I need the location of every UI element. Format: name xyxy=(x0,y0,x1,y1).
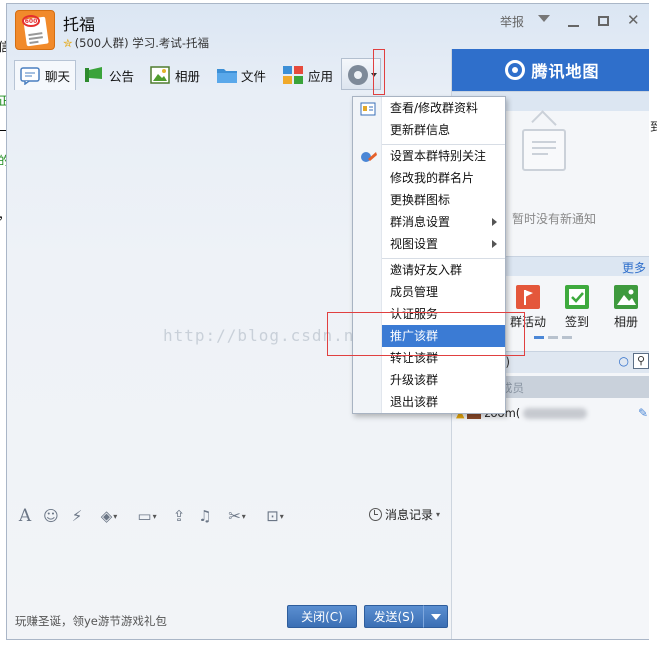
gear-icon xyxy=(348,65,368,85)
flag-icon xyxy=(516,285,540,309)
menu-item-special-follow[interactable]: 设置本群特别关注 xyxy=(382,145,505,167)
qq-group-chat-window: 600 托福 ✮ (500人群) 学习.考试-托福 举报 ✕ 聊天 公告 相册 文… xyxy=(6,3,651,640)
screenshot-scissors-icon[interactable]: ✂ ▾ xyxy=(219,505,255,527)
group-subtitle: ✮ (500人群) 学习.考试-托福 xyxy=(63,35,209,51)
tab-announcement-label: 公告 xyxy=(109,68,135,84)
report-link[interactable]: 举报 xyxy=(500,13,524,30)
send-button[interactable]: 发送(S) xyxy=(364,605,424,628)
tab-album-label: 相册 xyxy=(175,68,201,84)
profile-card-icon xyxy=(360,102,376,116)
app-label: 相册 xyxy=(613,315,638,329)
tab-announcement[interactable]: 公告 xyxy=(84,60,134,90)
tab-chat-label: 聊天 xyxy=(45,69,71,84)
chat-bubble-icon[interactable]: ○ xyxy=(619,354,629,368)
app-checkin[interactable]: 签到 xyxy=(557,285,597,330)
menu-item-label: 视图设置 xyxy=(390,237,439,251)
menu-item-view-settings[interactable]: 视图设置 xyxy=(382,233,505,255)
search-icon[interactable]: ⚲ xyxy=(633,353,649,369)
tab-files-label: 文件 xyxy=(241,68,267,84)
tab-apps[interactable]: 应用 xyxy=(283,60,333,90)
more-tools-icon[interactable]: ⊡ ▾ xyxy=(257,505,293,527)
message-history-button[interactable]: 消息记录 ▾ xyxy=(369,506,440,523)
apps-pager[interactable] xyxy=(534,336,572,339)
image-icon[interactable]: ▭ ▾ xyxy=(129,505,165,527)
more-link[interactable]: 更多 xyxy=(622,259,646,276)
menu-item-change-group-icon[interactable]: 更换群图标 xyxy=(382,189,505,211)
clock-icon xyxy=(369,508,382,521)
tab-apps-label: 应用 xyxy=(308,68,334,84)
group-title: 托福 xyxy=(63,15,96,34)
font-icon[interactable]: A xyxy=(13,505,37,527)
background-window-strip: 到 xyxy=(649,0,657,647)
chevron-down-icon xyxy=(430,613,441,620)
no-notice-text: 暂时没有新通知 xyxy=(512,212,597,226)
notice-board-icon xyxy=(522,129,566,171)
tab-chat[interactable]: 聊天 xyxy=(14,60,77,90)
message-history-label: 消息记录 xyxy=(385,508,434,522)
chat-bubble-icon xyxy=(20,66,40,85)
gift-icon[interactable]: ◈ ▾ xyxy=(91,505,127,527)
close-icon[interactable]: ✕ xyxy=(627,11,640,29)
close-button[interactable]: 关闭(C) xyxy=(287,605,357,628)
menu-item-update-group-info[interactable]: 更新群信息 xyxy=(382,119,505,141)
star-icon: ✮ xyxy=(63,36,73,50)
magic-wand-icon[interactable]: ⚡ xyxy=(65,505,89,527)
music-icon[interactable]: ♫ xyxy=(193,505,217,527)
chevron-down-icon: ▾ xyxy=(436,510,441,519)
tab-files[interactable]: 文件 xyxy=(216,60,266,90)
menu-item-upgrade-group[interactable]: 升级该群 xyxy=(382,369,505,391)
send-options-button[interactable] xyxy=(423,605,448,628)
photo-icon xyxy=(150,66,170,84)
checkbox-icon xyxy=(565,285,589,309)
photo-icon xyxy=(614,285,638,309)
background-char: 到 xyxy=(650,120,657,134)
tab-album[interactable]: 相册 xyxy=(150,60,200,90)
blurred-nickname xyxy=(523,407,588,419)
map-logo-icon xyxy=(505,60,526,80)
edit-icon[interactable]: ✎ xyxy=(638,406,648,420)
menu-item-message-settings[interactable]: 群消息设置 xyxy=(382,211,505,233)
menu-item-view-edit-group-profile[interactable]: 查看/修改群资料 xyxy=(382,97,505,119)
menu-item-label: 群消息设置 xyxy=(390,215,451,229)
submenu-arrow-icon xyxy=(492,218,497,226)
group-subtitle-text: (500人群) 学习.考试-托福 xyxy=(74,36,210,50)
tencent-map-banner[interactable]: 腾讯地图 xyxy=(452,49,650,91)
folder-icon xyxy=(216,66,237,84)
settings-menu: 查看/修改群资料 更新群信息 设置本群特别关注 修改我的群名片 更换群图标 群消… xyxy=(352,96,506,414)
annotation-box xyxy=(327,312,525,356)
upload-icon[interactable]: ⇪ xyxy=(167,505,191,527)
app-label: 签到 xyxy=(564,315,589,329)
menu-item-edit-my-card[interactable]: 修改我的群名片 xyxy=(382,167,505,189)
promo-link[interactable]: 玩赚圣诞，领ye游节游戏礼包 xyxy=(15,613,167,629)
special-follow-icon xyxy=(360,150,377,164)
group-avatar[interactable]: 600 xyxy=(15,10,55,50)
app-album[interactable]: 相册 xyxy=(606,285,646,330)
menu-item-member-management[interactable]: 成员管理 xyxy=(382,281,505,303)
banner-brand: 腾讯地图 xyxy=(531,62,600,81)
menu-icon-gutter xyxy=(353,97,382,413)
menu-item-quit-group[interactable]: 退出该群 xyxy=(382,391,505,413)
apps-grid-icon xyxy=(283,66,303,84)
menu-item-invite-friends[interactable]: 邀请好友入群 xyxy=(382,259,505,281)
dropdown-arrow-icon[interactable] xyxy=(538,15,550,22)
maximize-icon[interactable] xyxy=(598,16,609,26)
minimize-icon[interactable] xyxy=(568,25,579,27)
emoji-icon[interactable]: ☺ xyxy=(39,505,63,527)
megaphone-icon xyxy=(84,66,104,84)
annotation-box xyxy=(373,49,385,95)
submenu-arrow-icon xyxy=(492,240,497,248)
stamp-icon: 600 xyxy=(22,15,40,27)
